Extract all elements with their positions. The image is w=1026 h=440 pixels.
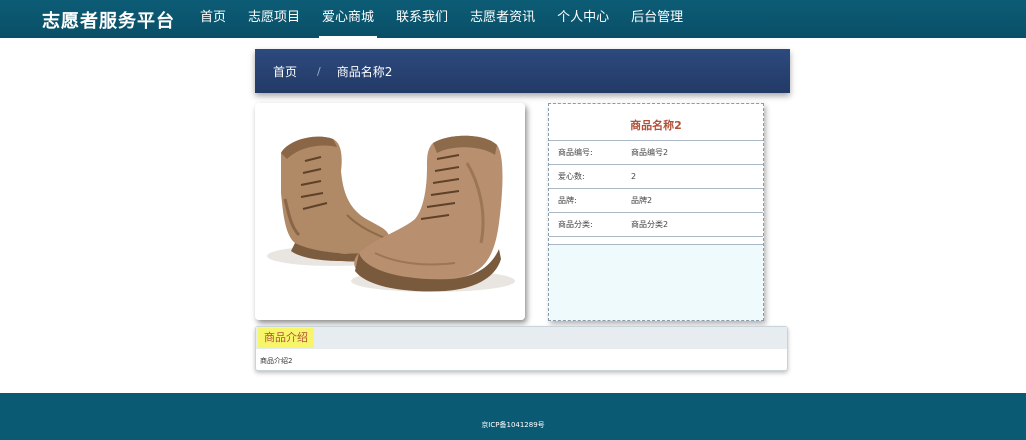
product-info-top: 商品名称2 商品编号: 商品编号2 爱心数: 2 品牌: 品牌2 商品分类: 商… [549,104,763,245]
footer-icp: 京ICP备1041289号 [481,421,545,429]
product-title: 商品名称2 [630,119,682,132]
breadcrumb-separator: / [317,64,321,78]
intro-header: 商品介绍 [256,327,787,349]
product-info-row: 商品分类: 商品分类2 [549,213,763,237]
boots-image [255,103,525,320]
product-intro-section: 商品介绍 商品介绍2 [255,326,788,371]
field-value-love-count: 2 [631,172,637,181]
tab-product-intro[interactable]: 商品介绍 [258,328,314,348]
product-info-row: 商品编号: 商品编号2 [549,140,763,165]
breadcrumb-current: 商品名称2 [336,64,393,79]
nav-item-volunteer-news[interactable]: 志愿者资讯 [459,0,546,38]
nav-item-admin[interactable]: 后台管理 [620,0,694,38]
site-brand[interactable]: 志愿者服务平台 [42,7,175,33]
field-label-love-count: 爱心数: [558,172,585,181]
field-label-brand: 品牌: [558,196,577,205]
nav-item-home[interactable]: 首页 [189,0,237,38]
field-value-code: 商品编号2 [631,148,669,157]
nav-item-charity-mall[interactable]: 爱心商城 [311,0,385,38]
field-value-brand: 品牌2 [631,196,653,205]
info-divider [549,237,763,245]
main-nav: 首页 志愿项目 爱心商城 联系我们 志愿者资讯 个人中心 后台管理 [189,0,694,38]
product-info-row: 品牌: 品牌2 [549,189,763,213]
field-label-code: 商品编号: [558,148,593,157]
nav-item-volunteer-projects[interactable]: 志愿项目 [237,0,311,38]
intro-content: 商品介绍2 [260,357,293,365]
product-info-panel: 商品名称2 商品编号: 商品编号2 爱心数: 2 品牌: 品牌2 商品分类: 商… [548,103,764,321]
footer: 京ICP备1041289号 [0,393,1026,440]
product-image-card [255,103,525,320]
field-label-category: 商品分类: [558,220,593,229]
product-info-row: 爱心数: 2 [549,165,763,189]
field-value-category: 商品分类2 [631,220,669,229]
breadcrumb-home-link[interactable]: 首页 [273,63,297,80]
top-navbar: 志愿者服务平台 首页 志愿项目 爱心商城 联系我们 志愿者资讯 个人中心 后台管… [0,0,1026,38]
breadcrumb: 首页 / 商品名称2 [255,49,790,93]
nav-item-contact-us[interactable]: 联系我们 [385,0,459,38]
nav-item-personal-center[interactable]: 个人中心 [546,0,620,38]
